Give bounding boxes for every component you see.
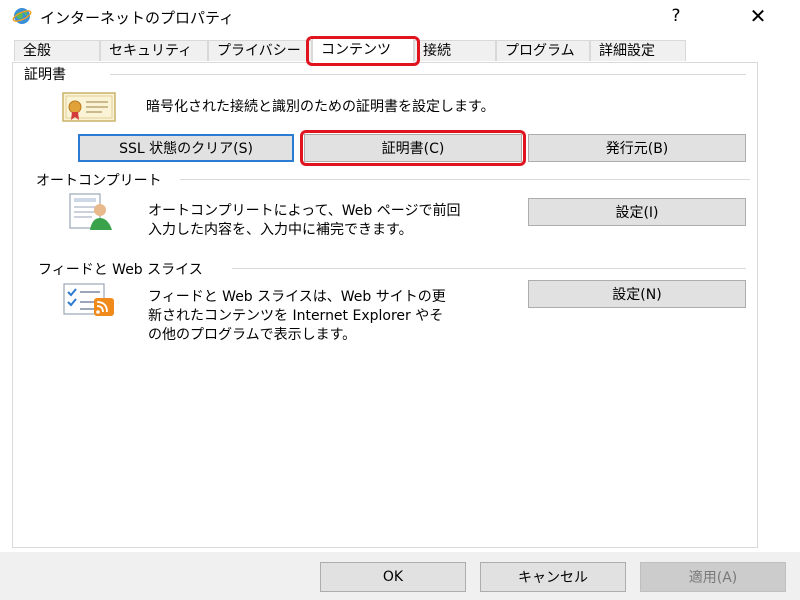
certificates-divider [110, 74, 746, 75]
publishers-button[interactable]: 発行元(B) [528, 134, 746, 162]
clear-ssl-state-button[interactable]: SSL 状態のクリア(S) [78, 134, 294, 162]
autocomplete-divider [180, 179, 750, 180]
cancel-button[interactable]: キャンセル [480, 562, 626, 592]
feeds-description-line3: の他のプログラムで表示します。 [148, 327, 357, 343]
tab-programs[interactable]: プログラム [496, 40, 590, 61]
title-bar: インターネットのプロパティ ? ✕ [0, 0, 800, 32]
tab-content[interactable]: コンテンツ [312, 36, 414, 63]
autocomplete-description-line2: 入力した内容を、入力中に補完できます。 [148, 222, 413, 238]
feeds-settings-button[interactable]: 設定(N) [528, 280, 746, 308]
feeds-divider [232, 268, 746, 269]
apply-button[interactable]: 適用(A) [640, 562, 786, 592]
certificates-group-label: 証明書 [24, 64, 70, 84]
tab-connections[interactable]: 接続 [414, 40, 496, 61]
autocomplete-settings-button[interactable]: 設定(I) [528, 198, 746, 226]
ok-button[interactable]: OK [320, 562, 466, 592]
help-button[interactable]: ? [658, 2, 694, 30]
close-button[interactable]: ✕ [736, 2, 780, 30]
autocomplete-group-label: オートコンプリート [36, 170, 166, 190]
tab-privacy[interactable]: プライバシー [208, 40, 312, 61]
certificate-icon [62, 90, 116, 124]
feeds-group-label: フィードと Web スライス [38, 259, 207, 279]
internet-globe-icon [12, 6, 32, 26]
rss-feed-icon [62, 282, 118, 318]
certificates-description: 暗号化された接続と識別のための証明書を設定します。 [146, 99, 495, 115]
tab-security[interactable]: セキュリティ [100, 40, 208, 61]
tab-advanced[interactable]: 詳細設定 [590, 40, 686, 61]
window-title: インターネットのプロパティ [40, 9, 235, 27]
tab-strip: 全般 セキュリティ プライバシー コンテンツ 接続 プログラム 詳細設定 [0, 36, 800, 63]
autocomplete-icon [66, 192, 116, 232]
certificates-button[interactable]: 証明書(C) [304, 134, 522, 162]
tab-general[interactable]: 全般 [14, 40, 100, 61]
